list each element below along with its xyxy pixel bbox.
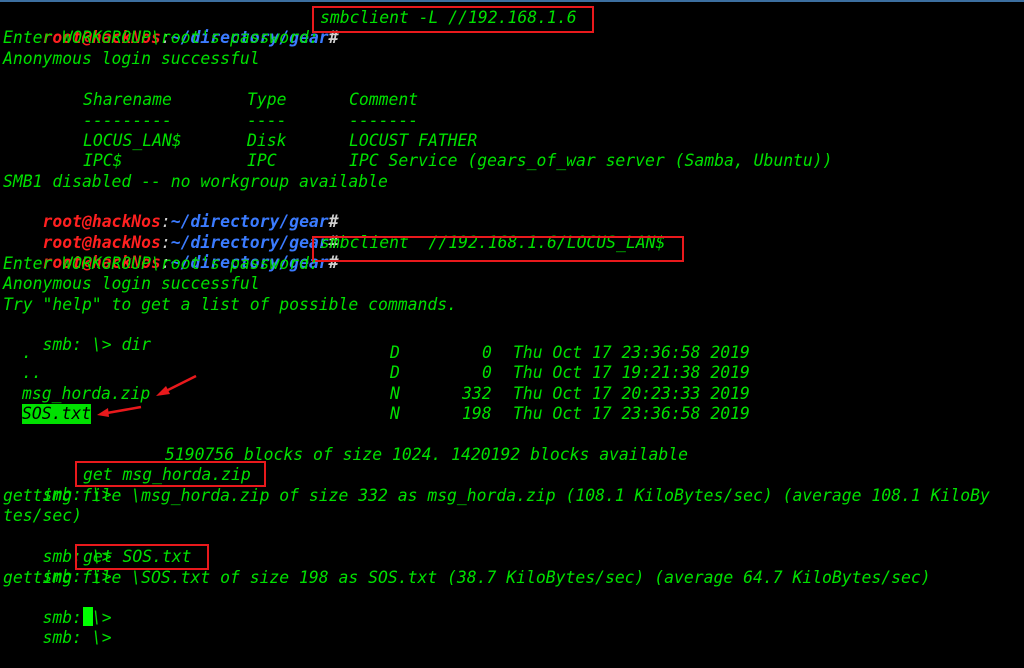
smb-prompt: smb: \> [42,628,112,647]
file-attr: N [390,404,400,423]
list-item: . D 0 Thu Oct 17 23:36:58 2019 [0,343,1024,363]
file-attr: D [390,343,400,362]
share-type: IPC [247,151,277,170]
file-size: 198 [462,404,492,423]
share-type: Disk [247,131,287,150]
terminal-line: smb: \> [3,608,111,647]
table-header-comment: Comment [349,90,419,109]
getting-sos-line: getting file \SOS.txt of size 198 as SOS… [3,568,931,587]
file-date: Thu Oct 17 20:23:33 2019 [513,384,750,403]
file-attr: D [390,363,400,382]
file-attr: N [390,384,400,403]
file-name: msg_horda.zip [22,384,151,403]
share-comment: LOCUST FATHER [349,131,478,150]
try-help-line: Try "help" to get a list of possible com… [3,295,457,314]
share-comment: IPC Service (gears_of_war server (Samba,… [349,151,833,170]
file-date: Thu Oct 17 23:36:58 2019 [513,404,750,423]
file-name-selected[interactable]: SOS.txt [22,404,92,424]
terminal-line: root@hackNos:~/directory/gear# [3,8,338,47]
red-arrow-icon [156,374,197,396]
shares-table-separator: --------- ---- ------- [0,111,1024,131]
terminal-line: root@hackNos:~/directory/gear# [3,213,338,252]
file-size: 0 [482,343,492,362]
terminal-window[interactable]: root@hackNos:~/directory/gear# smbclient… [0,0,1024,661]
highlight-box [75,544,209,570]
separator-type: ---- [247,111,287,130]
table-row: LOCUS_LAN$ Disk LOCUST FATHER [0,131,1024,151]
share-name: IPC$ [83,151,123,170]
getting-zip-line-wrap: tes/sec) [3,506,82,525]
anon-login-line: Anonymous login successful [3,274,260,293]
password-prompt-line: Enter WORKGROUP\root's password: [3,254,319,273]
highlight-box [75,461,266,487]
file-name: .. [22,363,42,382]
file-size: 332 [462,384,492,403]
table-header-sharename: Sharename [83,90,172,109]
terminal-line: root@hackNos:~/directory/gear# [3,233,338,272]
terminal-line: smb: \> [3,588,111,627]
getting-zip-line: getting file \msg_horda.zip of size 332 … [3,486,990,505]
terminal-cursor[interactable] [83,607,93,626]
table-header-type: Type [247,90,287,109]
file-date: Thu Oct 17 19:21:38 2019 [513,363,750,382]
file-name: . [22,343,32,362]
smb1-disabled-line: SMB1 disabled -- no workgroup available [3,172,388,191]
file-size: 0 [482,363,492,382]
anon-login-line: Anonymous login successful [3,49,260,68]
shares-table-header: Sharename Type Comment [0,90,1024,110]
terminal-line: root@hackNos:~/directory/gear# [3,192,338,231]
file-date: Thu Oct 17 23:36:58 2019 [513,343,750,362]
terminal-line: smb: \> dir [3,315,151,354]
separator-sharename: --------- [83,111,172,130]
table-row: IPC$ IPC IPC Service (gears_of_war serve… [0,151,1024,171]
share-name: LOCUS_LAN$ [83,131,182,150]
highlight-box [312,6,594,33]
red-arrow-icon [97,405,142,417]
highlight-box [312,236,684,262]
separator-comment: ------- [349,111,419,130]
password-prompt-line: Enter WORKGROUP\root's password: [3,28,319,47]
list-item: SOS.txt N 198 Thu Oct 17 23:36:58 2019 [0,404,1024,424]
